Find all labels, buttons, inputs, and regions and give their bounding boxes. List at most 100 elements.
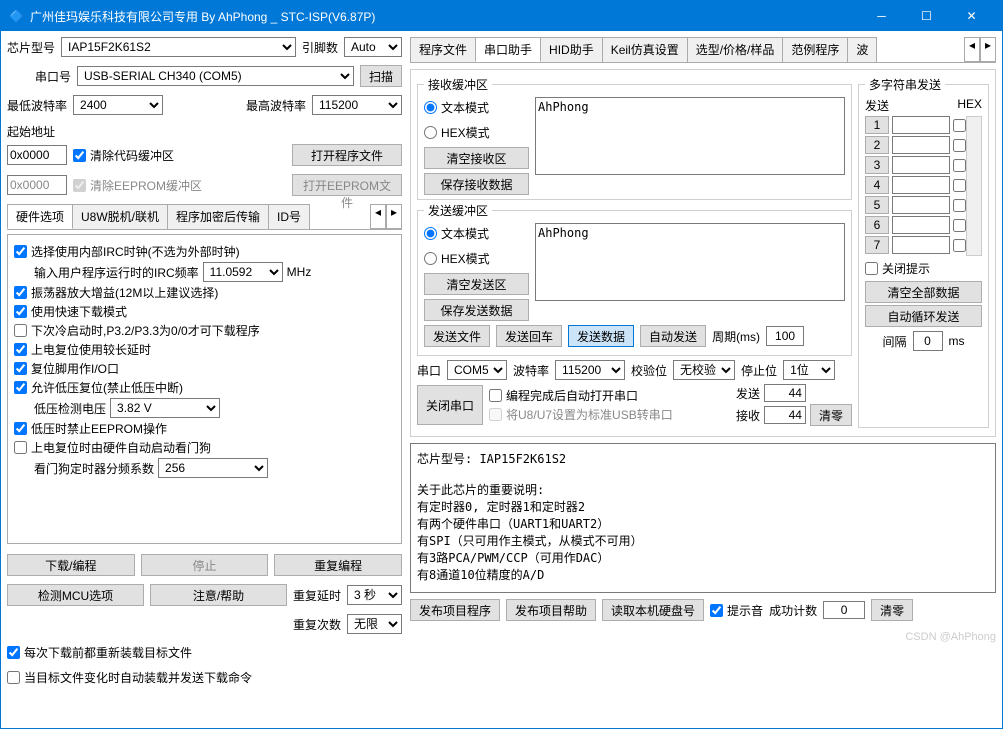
- clear-send-button[interactable]: 清空发送区: [424, 273, 529, 295]
- ms-text-4[interactable]: [892, 176, 950, 194]
- tab-hid-helper[interactable]: HID助手: [540, 37, 603, 62]
- send-hex-mode-radio[interactable]: [424, 252, 437, 265]
- clear-all-button[interactable]: 清空全部数据: [865, 281, 982, 303]
- send-text-mode-radio[interactable]: [424, 227, 437, 240]
- auto-send-button[interactable]: 自动发送: [640, 325, 706, 347]
- ms-text-6[interactable]: [892, 216, 950, 234]
- ms-text-7[interactable]: [892, 236, 950, 254]
- parity-select[interactable]: 无校验: [673, 360, 735, 380]
- ms-text-3[interactable]: [892, 156, 950, 174]
- recv-hex-mode-radio[interactable]: [424, 126, 437, 139]
- ms-hex-2[interactable]: [953, 139, 966, 152]
- fast-dl-checkbox[interactable]: [14, 305, 27, 318]
- chip-model-select[interactable]: IAP15F2K61S2: [61, 37, 296, 57]
- publish-help-button[interactable]: 发布项目帮助: [506, 599, 596, 621]
- auto-loop-button[interactable]: 自动循环发送: [865, 305, 982, 327]
- addr2-input[interactable]: [7, 175, 67, 195]
- ms-send-2[interactable]: 2: [865, 136, 889, 154]
- irc-checkbox[interactable]: [14, 245, 27, 258]
- rtab-nav-left[interactable]: ◂: [964, 37, 980, 62]
- clear-code-checkbox[interactable]: [73, 149, 86, 162]
- clear-success-button[interactable]: 清零: [871, 599, 913, 621]
- wdt-div-select[interactable]: 256: [158, 458, 268, 478]
- reset-io-checkbox[interactable]: [14, 362, 27, 375]
- tab-nav-left[interactable]: ◂: [370, 204, 386, 229]
- lv-eeprom-checkbox[interactable]: [14, 422, 27, 435]
- port-select[interactable]: USB-SERIAL CH340 (COM5): [77, 66, 354, 86]
- reprog-button[interactable]: 重复编程: [274, 554, 402, 576]
- hint-sound-checkbox[interactable]: [710, 604, 723, 617]
- pin-count-select[interactable]: Auto: [344, 37, 402, 57]
- ms-hex-1[interactable]: [953, 119, 966, 132]
- clear-recv-button[interactable]: 清空接收区: [424, 147, 529, 169]
- save-send-button[interactable]: 保存发送数据: [424, 299, 529, 321]
- ms-send-3[interactable]: 3: [865, 156, 889, 174]
- auto-open-checkbox[interactable]: [489, 389, 502, 402]
- tab-encrypt[interactable]: 程序加密后传输: [167, 204, 269, 229]
- stopbit-select[interactable]: 1位: [783, 360, 835, 380]
- open-program-button[interactable]: 打开程序文件: [292, 144, 402, 166]
- cold-start-checkbox[interactable]: [14, 324, 27, 337]
- baud-select[interactable]: 115200: [555, 360, 625, 380]
- send-data-button[interactable]: 发送数据: [568, 325, 634, 347]
- close-port-button[interactable]: 关闭串口: [417, 385, 483, 425]
- ms-hex-4[interactable]: [953, 179, 966, 192]
- multisend-scrollbar[interactable]: [966, 116, 982, 256]
- max-baud-select[interactable]: 115200: [312, 95, 402, 115]
- osc-gain-checkbox[interactable]: [14, 286, 27, 299]
- ms-hex-5[interactable]: [953, 199, 966, 212]
- ms-hex-7[interactable]: [953, 239, 966, 252]
- detect-mcu-button[interactable]: 检测MCU选项: [7, 584, 144, 606]
- send-textarea[interactable]: AhPhong: [535, 223, 845, 301]
- tab-id[interactable]: ID号: [268, 204, 310, 229]
- tab-serial-helper[interactable]: 串口助手: [475, 37, 541, 62]
- interval-input[interactable]: [913, 331, 943, 351]
- ms-send-4[interactable]: 4: [865, 176, 889, 194]
- info-textarea[interactable]: 芯片型号: IAP15F2K61S2 关于此芯片的重要说明: 有定时器0, 定时…: [410, 443, 996, 593]
- repeat-delay-select[interactable]: 3 秒: [347, 585, 402, 605]
- tab-keil[interactable]: Keil仿真设置: [602, 37, 688, 62]
- send-enter-button[interactable]: 发送回车: [496, 325, 562, 347]
- clear-count-button[interactable]: 清零: [810, 404, 852, 426]
- tab-example[interactable]: 范例程序: [782, 37, 848, 62]
- tab-hardware[interactable]: 硬件选项: [7, 204, 73, 229]
- ms-text-5[interactable]: [892, 196, 950, 214]
- lv-reset-checkbox[interactable]: [14, 381, 27, 394]
- min-baud-select[interactable]: 2400: [73, 95, 163, 115]
- close-button[interactable]: ✕: [949, 1, 994, 31]
- ms-hex-6[interactable]: [953, 219, 966, 232]
- ms-send-6[interactable]: 6: [865, 216, 889, 234]
- irc-freq-select[interactable]: 11.0592: [203, 262, 283, 282]
- repeat-count-select[interactable]: 无限: [347, 614, 402, 634]
- tab-u8w[interactable]: U8W脱机/联机: [72, 204, 168, 229]
- ms-send-7[interactable]: 7: [865, 236, 889, 254]
- recv-textarea[interactable]: AhPhong: [535, 97, 845, 175]
- serial-select[interactable]: COM5: [447, 360, 507, 380]
- ms-text-2[interactable]: [892, 136, 950, 154]
- read-hdd-button[interactable]: 读取本机硬盘号: [602, 599, 704, 621]
- minimize-button[interactable]: ─: [859, 1, 904, 31]
- download-button[interactable]: 下载/编程: [7, 554, 135, 576]
- publish-program-button[interactable]: 发布项目程序: [410, 599, 500, 621]
- ms-send-5[interactable]: 5: [865, 196, 889, 214]
- tab-nav-right[interactable]: ▸: [386, 204, 402, 229]
- scan-button[interactable]: 扫描: [360, 65, 402, 87]
- period-input[interactable]: [766, 326, 804, 346]
- lv-detect-select[interactable]: 3.82 V: [110, 398, 220, 418]
- tab-selection[interactable]: 选型/价格/样品: [687, 37, 784, 62]
- maximize-button[interactable]: ☐: [904, 1, 949, 31]
- wdt-checkbox[interactable]: [14, 441, 27, 454]
- addr1-input[interactable]: [7, 145, 67, 165]
- close-hint-checkbox[interactable]: [865, 262, 878, 275]
- help-button[interactable]: 注意/帮助: [150, 584, 287, 606]
- reload-checkbox[interactable]: [7, 646, 20, 659]
- auto-send-cmd-checkbox[interactable]: [7, 671, 20, 684]
- save-recv-button[interactable]: 保存接收数据: [424, 173, 529, 195]
- long-delay-checkbox[interactable]: [14, 343, 27, 356]
- ms-text-1[interactable]: [892, 116, 950, 134]
- tab-program-file[interactable]: 程序文件: [410, 37, 476, 62]
- ms-hex-3[interactable]: [953, 159, 966, 172]
- tab-wave[interactable]: 波: [847, 37, 877, 62]
- ms-send-1[interactable]: 1: [865, 116, 889, 134]
- rtab-nav-right[interactable]: ▸: [980, 37, 996, 62]
